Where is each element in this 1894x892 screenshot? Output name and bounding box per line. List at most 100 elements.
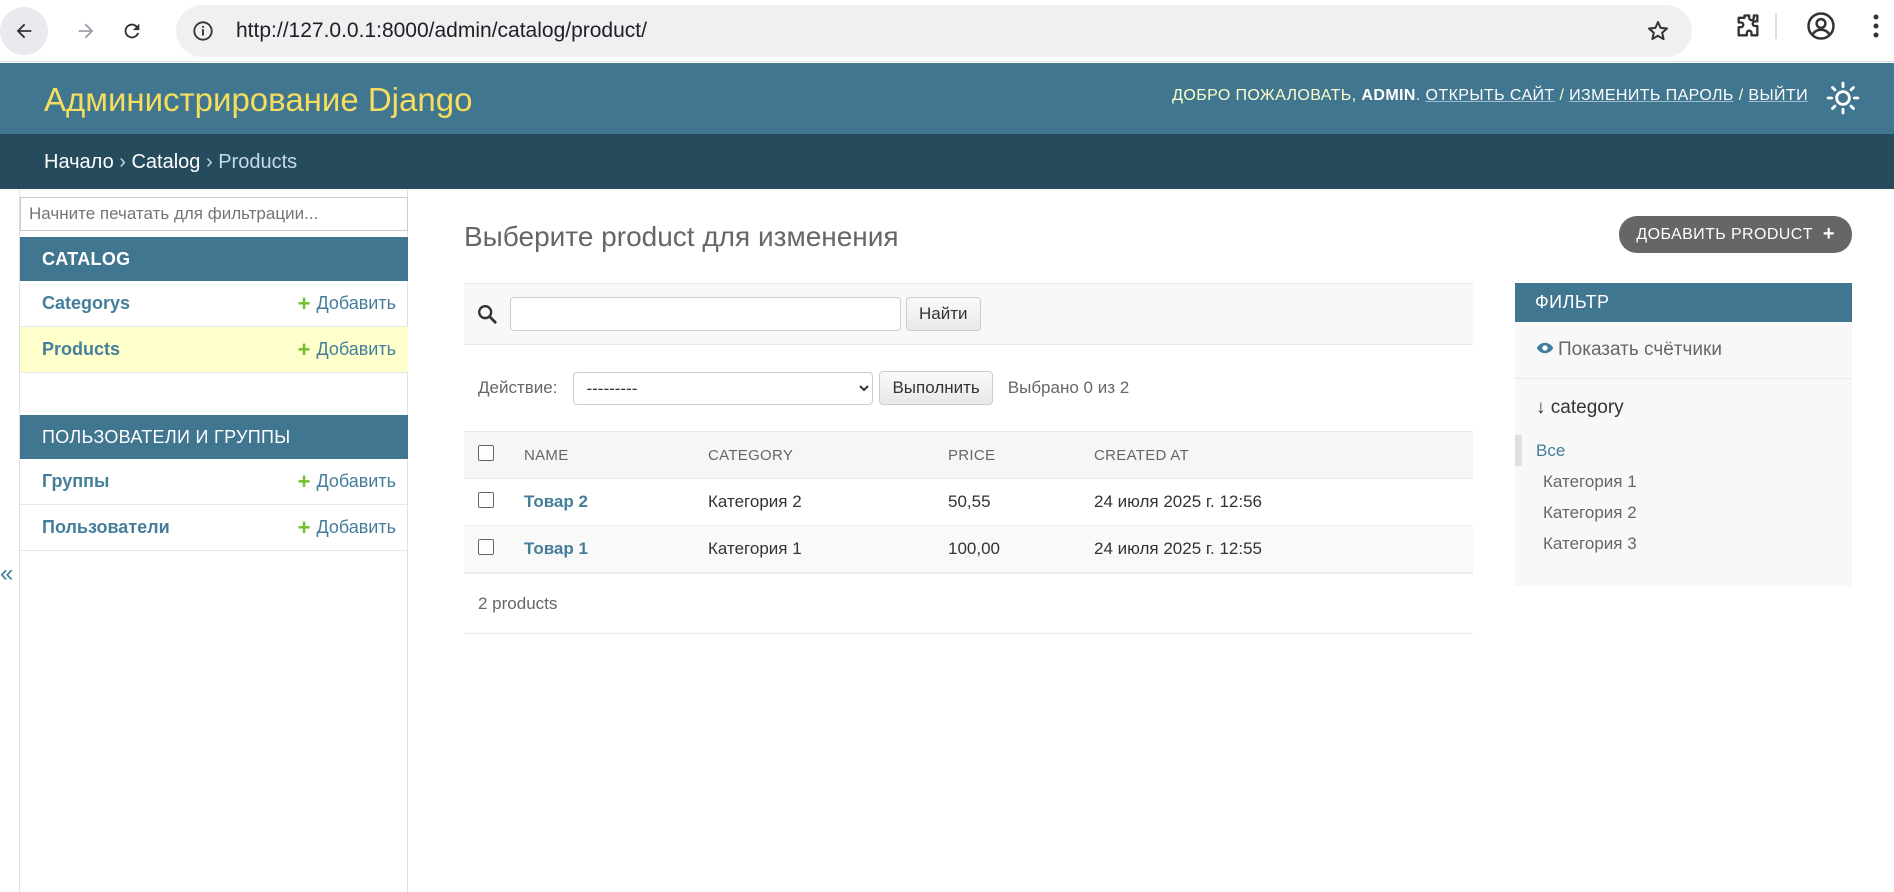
back-button[interactable] [0,6,48,55]
plus-icon: + [297,514,311,540]
add-link-label: Добавить [316,471,396,491]
search-input[interactable] [510,297,901,331]
created-at-cell: 24 июля 2025 г. 12:56 [1094,478,1473,526]
user-tools: Добро пожаловать, admin. Открыть сайт / … [1172,87,1808,104]
filter-option-all[interactable]: Все [1515,435,1852,466]
sidebar-item-label[interactable]: Categorys [42,293,130,314]
category-cell: Категория 1 [708,525,948,573]
admin-header: Администрирование Django Добро пожаловат… [0,63,1894,134]
theme-toggle-sun-icon[interactable] [1826,81,1860,115]
toolbar-separator [1775,13,1777,39]
add-link[interactable]: + Добавить [297,468,396,494]
module-caption[interactable]: Catalog [20,237,408,281]
changelist-filter: Фильтр Показать счётчики ↓ category Все … [1515,283,1852,586]
breadcrumb-home[interactable]: Начало [44,151,114,173]
search-button[interactable]: Найти [906,297,981,331]
price-cell: 50,55 [948,478,1094,526]
add-link-label: Добавить [316,339,396,359]
row-checkbox[interactable] [478,538,494,555]
object-link[interactable]: Товар 2 [524,492,588,511]
object-link[interactable]: Товар 1 [524,539,588,558]
sidebar-item-label[interactable]: Products [42,339,120,360]
reload-icon [124,23,140,38]
add-link[interactable]: + Добавить [297,514,396,540]
run-action-button[interactable]: Выполнить [879,371,993,405]
filter-options: Все Категория 1 Категория 2 Категория 3 [1515,429,1852,559]
eye-icon [1536,339,1554,362]
result-list: Name Category Price Created at Товар 2 К… [464,431,1473,573]
plus-icon: + [1822,223,1835,245]
column-header-created-at[interactable]: Created at [1094,431,1473,479]
module-caption-text: Пользователи и группы [42,427,291,447]
site-brand[interactable]: Администрирование Django [44,81,472,119]
add-link[interactable]: + Добавить [297,336,396,362]
sidebar-item-users: Пользователи + Добавить [20,505,408,551]
sidebar-item-products: Products + Добавить [20,327,408,373]
arrow-left-icon [16,23,32,38]
filter-heading[interactable]: ↓ category [1515,379,1852,429]
name-cell: Товар 1 [524,525,708,573]
column-header-name[interactable]: Name [524,431,708,479]
add-product-button[interactable]: Добавить product + [1619,216,1852,253]
forward-button[interactable] [66,11,106,51]
plus-icon: + [297,468,311,494]
address-bar[interactable]: http://127.0.0.1:8000/admin/catalog/prod… [176,5,1692,57]
filter-caption: Фильтр [1515,283,1852,322]
bookmark-star-icon[interactable] [1646,19,1670,43]
logout-link[interactable]: Выйти [1748,87,1808,104]
breadcrumb-separator: › [205,151,213,173]
sidebar-item-categorys: Categorys + Добавить [20,281,408,327]
name-cell: Товар 2 [524,478,708,526]
nav-filter-input[interactable] [20,197,408,231]
column-header-category[interactable]: Category [708,431,948,479]
column-header-price[interactable]: Price [948,431,1094,479]
site-info-icon[interactable] [190,18,216,44]
action-select[interactable]: --------- [573,371,874,405]
arrow-right-icon [78,23,94,38]
more-menu-icon[interactable] [1866,12,1886,40]
table-row: Товар 2 Категория 2 50,55 24 июля 2025 г… [464,478,1473,526]
selection-counter: Выбрано 0 из 2 [1007,378,1130,397]
breadcrumb-current: Products [218,151,298,173]
category-cell: Категория 2 [708,478,948,526]
add-link-label: Добавить [316,293,396,313]
select-all-checkbox[interactable] [478,445,494,461]
welcome-text: Добро пожаловать, [1172,87,1357,104]
sidebar-item-label[interactable]: Пользователи [42,517,170,538]
breadcrumb-separator: › [119,151,126,173]
reload-button[interactable] [112,11,152,51]
filter-option[interactable]: Категория 1 [1515,466,1852,497]
changelist: Найти Действие: --------- Выполнить Выбр… [464,283,1473,634]
module-caption-text: Catalog [42,249,131,269]
select-all-header [464,431,524,479]
row-checkbox[interactable] [478,491,494,508]
view-site-link[interactable]: Открыть сайт [1426,87,1555,104]
breadcrumb-app[interactable]: Catalog [131,151,200,173]
action-label: Действие: [478,378,558,397]
created-at-cell: 24 июля 2025 г. 12:55 [1094,525,1473,573]
url-text: http://127.0.0.1:8000/admin/catalog/prod… [236,19,647,42]
filter-option[interactable]: Категория 3 [1515,528,1852,559]
profile-icon[interactable] [1806,11,1836,41]
page-title: Выберите product для изменения [464,221,899,252]
module-caption[interactable]: Пользователи и группы [20,415,408,459]
module-auth: Пользователи и группы Группы + Добавить П… [20,415,408,551]
table-row: Товар 1 Категория 1 100,00 24 июля 2025 … [464,525,1473,573]
show-counts-link[interactable]: Показать счётчики [1515,322,1852,379]
filter-option[interactable]: Категория 2 [1515,497,1852,528]
breadcrumb: Начало › Catalog › Products [0,134,1894,189]
username: admin [1361,87,1416,104]
change-password-link[interactable]: Изменить пароль [1569,87,1734,104]
show-counts-label: Показать счётчики [1558,339,1722,360]
nav-sidebar: Catalog Categorys +Добавить Products +До… [19,189,408,892]
plus-icon: + [297,290,311,316]
plus-icon: + [297,336,311,362]
toggle-sidebar-button[interactable]: « [0,560,13,588]
sidebar-item-label[interactable]: Группы [42,471,109,492]
add-product-label: Добавить product [1636,225,1813,243]
actions-bar: Действие: --------- Выполнить Выбрано 0 … [464,345,1473,431]
extensions-icon[interactable] [1734,12,1762,40]
paginator: 2 products [464,573,1473,634]
sidebar-item-groups: Группы + Добавить [20,459,408,505]
add-link[interactable]: + Добавить [297,290,396,316]
